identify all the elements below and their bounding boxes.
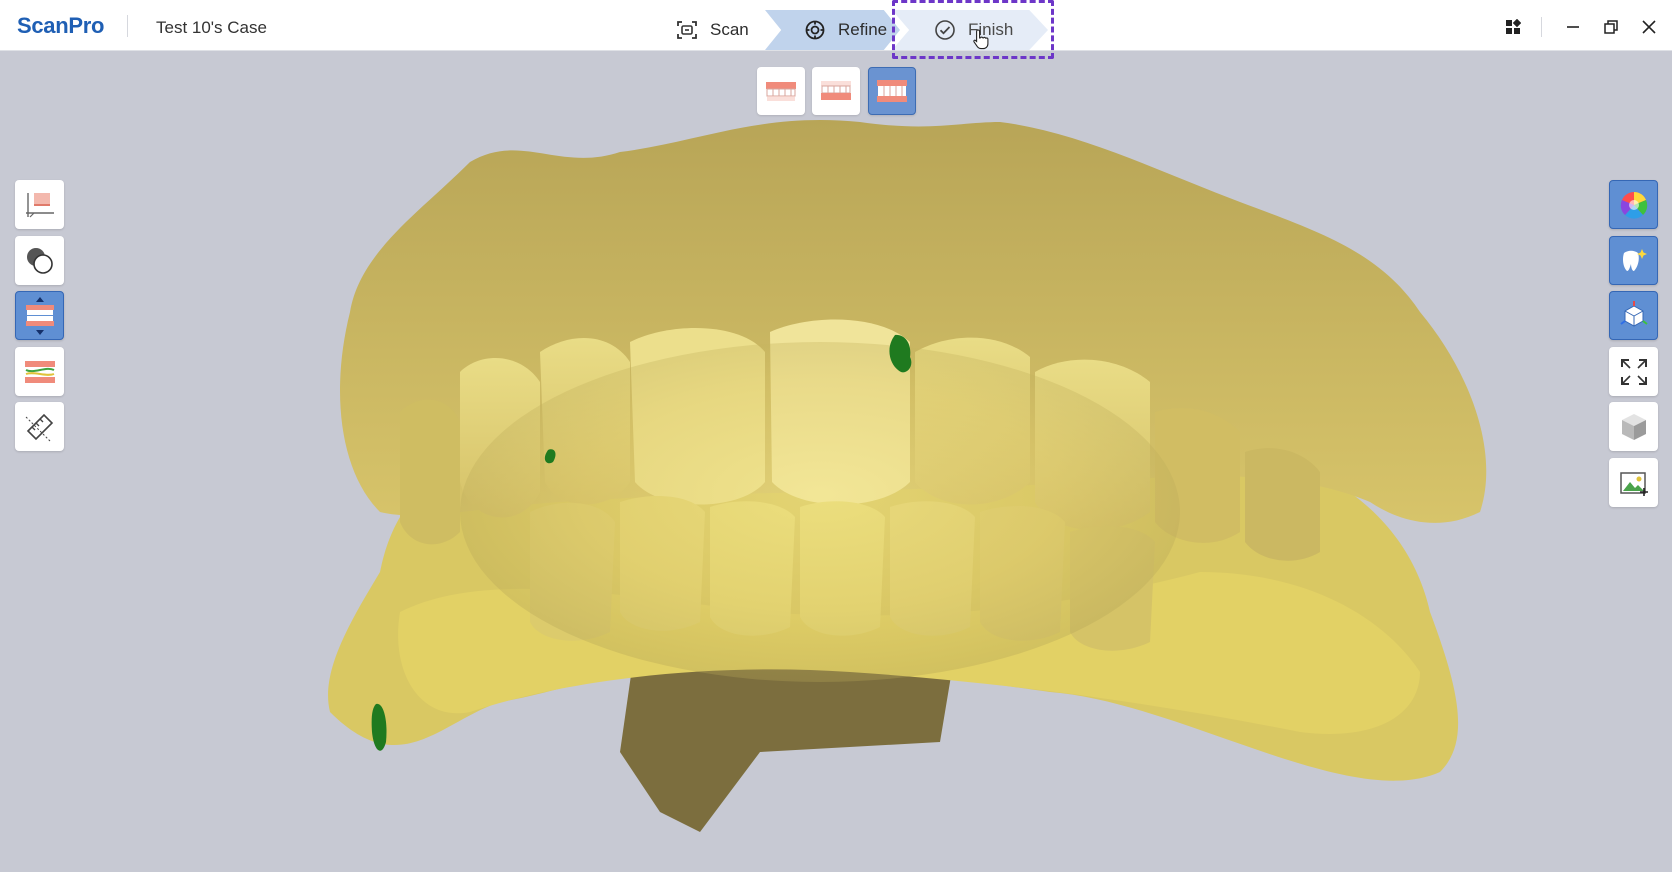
dental-model-viewport[interactable] — [0, 52, 1672, 872]
both-jaws-view-button[interactable] — [868, 67, 916, 115]
controls-divider — [1541, 17, 1542, 37]
title-divider — [127, 15, 128, 37]
both-jaws-icon — [877, 80, 907, 102]
fit-view-tool-button[interactable] — [1609, 347, 1658, 396]
trim-base-icon — [25, 192, 54, 217]
lower-jaw-view-button[interactable] — [812, 67, 860, 115]
occlusion-map-icon — [24, 360, 55, 383]
close-icon[interactable] — [1638, 16, 1660, 38]
hand-cursor-icon — [973, 29, 989, 50]
3d-axis-tool-button[interactable] — [1609, 291, 1658, 340]
tooth-sparkle-icon — [1622, 248, 1647, 271]
step-scan-label: Scan — [710, 20, 749, 39]
occlusion-map-tool-button[interactable] — [15, 347, 64, 396]
model-highlight — [460, 342, 1180, 682]
restore-icon[interactable] — [1600, 16, 1622, 38]
minimize-icon[interactable] — [1562, 16, 1584, 38]
snapshot-image-tool-button[interactable] — [1609, 458, 1658, 507]
color-wheel-icon — [1620, 191, 1647, 219]
overlay-tool-button[interactable] — [15, 236, 64, 285]
cube-view-tool-button[interactable] — [1609, 402, 1658, 451]
overlay-circles-icon — [26, 247, 53, 274]
tooth-highlight-tool-button[interactable] — [1609, 236, 1658, 285]
scan-icon — [676, 19, 698, 41]
bite-align-icon — [25, 296, 54, 335]
trim-base-tool-button[interactable] — [15, 180, 64, 229]
image-snapshot-icon — [1619, 471, 1648, 496]
color-wheel-tool-button[interactable] — [1609, 180, 1658, 229]
title-bar: ScanPro Test 10's Case Scan Refine Finis… — [0, 0, 1672, 59]
bite-align-tool-button[interactable] — [15, 291, 64, 340]
cube-icon — [1621, 413, 1646, 440]
ruler-icon — [25, 413, 53, 441]
fullscreen-expand-icon — [1620, 358, 1647, 385]
step-refine-label: Refine — [838, 20, 888, 39]
refine-gear-icon — [804, 19, 826, 41]
upper-jaw-icon — [766, 82, 796, 101]
app-logo: ScanPro — [17, 13, 105, 38]
case-name: Test 10's Case — [156, 18, 267, 37]
upper-jaw-view-button[interactable] — [757, 67, 805, 115]
measure-ruler-tool-button[interactable] — [15, 402, 64, 451]
lower-jaw-icon — [821, 81, 851, 100]
step-scan[interactable]: Scan — [676, 10, 776, 50]
3d-axis-icon — [1619, 300, 1648, 327]
grid-menu-icon[interactable] — [1502, 16, 1524, 38]
